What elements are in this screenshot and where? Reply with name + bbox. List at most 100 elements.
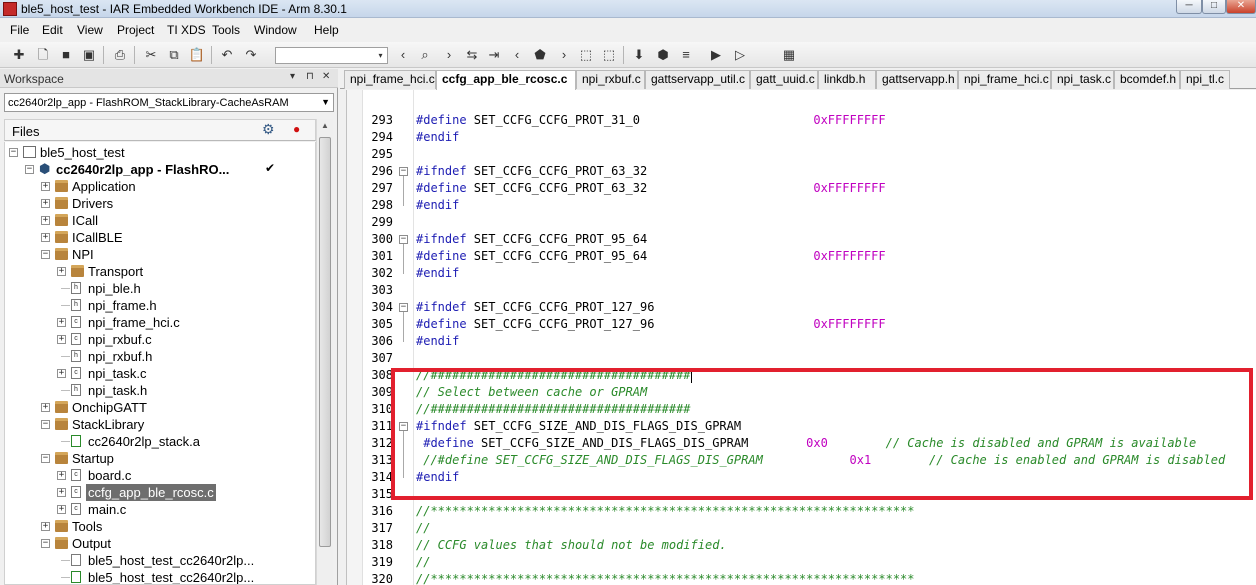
- configuration-select[interactable]: cc2640r2lp_app - FlashROM_StackLibrary-C…: [4, 93, 334, 112]
- cut-icon[interactable]: ✂: [142, 46, 160, 64]
- code-line[interactable]: 294 #endif: [347, 129, 1256, 146]
- code-line[interactable]: 297 #define SET_CCFG_CCFG_PROT_63_32 0xFF…: [347, 180, 1256, 197]
- new-file-icon[interactable]: ✚: [10, 46, 28, 64]
- tree-item[interactable]: − NPI: [5, 246, 315, 263]
- tab-gatt-uuid-c[interactable]: gatt_uuid.c: [750, 70, 818, 89]
- paste-icon[interactable]: 📋: [188, 46, 206, 64]
- expand-icon[interactable]: +: [41, 522, 50, 531]
- tab-gattservapp-util-c[interactable]: gattservapp_util.c: [645, 70, 750, 89]
- tree-item[interactable]: h npi_frame.h: [5, 297, 315, 314]
- toggle-bookmark-icon[interactable]: ⇥: [485, 46, 503, 64]
- tab-npi-tl-c[interactable]: npi_tl.c: [1180, 70, 1230, 89]
- expand-icon[interactable]: +: [41, 199, 50, 208]
- find-next-icon[interactable]: ›: [440, 46, 458, 64]
- expand-icon[interactable]: +: [41, 216, 50, 225]
- save-icon[interactable]: ■: [57, 46, 75, 64]
- find-previous-icon[interactable]: ‹: [394, 46, 412, 64]
- tree-item[interactable]: + ICall: [5, 212, 315, 229]
- collapse-icon[interactable]: −: [41, 454, 50, 463]
- undo-icon[interactable]: ↶: [218, 46, 236, 64]
- gear-icon[interactable]: ⚙: [262, 121, 275, 138]
- code-line[interactable]: 298 #endif: [347, 197, 1256, 214]
- menu-edit[interactable]: Edit: [42, 23, 63, 37]
- fold-toggle-icon[interactable]: −: [399, 235, 408, 244]
- code-line[interactable]: 293 #define SET_CCFG_CCFG_PROT_31_0 0xFFF…: [347, 112, 1256, 129]
- code-line[interactable]: 317 //: [347, 520, 1256, 537]
- code-editor[interactable]: 293 #define SET_CCFG_CCFG_PROT_31_0 0xFFF…: [346, 90, 1256, 585]
- code-line[interactable]: 304− #ifndef SET_CCFG_CCFG_PROT_127_96: [347, 299, 1256, 316]
- expand-icon[interactable]: +: [41, 182, 50, 191]
- tree-item[interactable]: + Application: [5, 178, 315, 195]
- code-line[interactable]: 303: [347, 282, 1256, 299]
- collapse-icon[interactable]: −: [41, 539, 50, 548]
- find-combo[interactable]: ▾: [275, 47, 388, 64]
- tree-item[interactable]: + c npi_frame_hci.c: [5, 314, 315, 331]
- tab-bcomdef-h[interactable]: bcomdef.h: [1114, 70, 1180, 89]
- fold-toggle-icon[interactable]: −: [399, 303, 408, 312]
- menu-window[interactable]: Window: [254, 23, 297, 37]
- code-line[interactable]: 302 #endif: [347, 265, 1256, 282]
- tab-linkdb-h[interactable]: linkdb.h: [818, 70, 876, 89]
- code-line[interactable]: 315: [347, 486, 1256, 503]
- expand-icon[interactable]: +: [57, 488, 66, 497]
- fold-toggle-icon[interactable]: −: [399, 167, 408, 176]
- tree-scrollbar[interactable]: ▲: [316, 119, 333, 585]
- menu-project[interactable]: Project: [117, 23, 154, 37]
- minimize-button[interactable]: ─: [1176, 0, 1202, 14]
- tab-gattservapp-h[interactable]: gattservapp.h: [876, 70, 958, 89]
- code-line[interactable]: 314 #endif: [347, 469, 1256, 486]
- code-line[interactable]: 295: [347, 146, 1256, 163]
- menu-tools[interactable]: Tools: [212, 23, 240, 37]
- tree-item[interactable]: h npi_rxbuf.h: [5, 348, 315, 365]
- tree-item[interactable]: + Drivers: [5, 195, 315, 212]
- tree-item[interactable]: + c main.c: [5, 501, 315, 518]
- tree-item[interactable]: ble5_host_test_cc2640r2lp...: [5, 569, 315, 584]
- code-line[interactable]: 296− #ifndef SET_CCFG_CCFG_PROT_63_32: [347, 163, 1256, 180]
- code-line[interactable]: 307: [347, 350, 1256, 367]
- save-all-icon[interactable]: ▣: [80, 46, 98, 64]
- tree-item[interactable]: + OnchipGATT: [5, 399, 315, 416]
- expand-icon[interactable]: +: [57, 267, 66, 276]
- tree-item[interactable]: − Startup: [5, 450, 315, 467]
- tree-item[interactable]: h npi_task.h: [5, 382, 315, 399]
- tab-npi-frame-hci-c[interactable]: npi_frame_hci.c: [344, 70, 436, 89]
- expand-icon[interactable]: +: [57, 369, 66, 378]
- compile-icon[interactable]: ⬇: [630, 46, 648, 64]
- code-line[interactable]: 320 //***********************************…: [347, 571, 1256, 585]
- code-line[interactable]: 316 //***********************************…: [347, 503, 1256, 520]
- menu-file[interactable]: File: [10, 23, 29, 37]
- tree-item[interactable]: − Output: [5, 535, 315, 552]
- code-line[interactable]: 310 //###################################…: [347, 401, 1256, 418]
- chevron-down-icon[interactable]: ▾: [375, 49, 386, 62]
- code-line[interactable]: 318 // CCFG values that should not be mod…: [347, 537, 1256, 554]
- tab-npi-rxbuf-c[interactable]: npi_rxbuf.c: [576, 70, 645, 89]
- tree-item[interactable]: + c ccfg_app_ble_rcosc.c: [5, 484, 315, 501]
- tree-item[interactable]: − ble5_host_test: [5, 144, 315, 161]
- next-bookmark-icon[interactable]: ›: [555, 46, 573, 64]
- tree-item[interactable]: + c npi_rxbuf.c: [5, 331, 315, 348]
- menu-help[interactable]: Help: [314, 23, 339, 37]
- code-line[interactable]: 301 #define SET_CCFG_CCFG_PROT_95_64 0xFF…: [347, 248, 1256, 265]
- navigate-forward-icon[interactable]: ⬚: [600, 46, 618, 64]
- menu-ti-xds[interactable]: TI XDS: [167, 23, 206, 37]
- tree-item[interactable]: cc2640r2lp_stack.a: [5, 433, 315, 450]
- code-line[interactable]: 312 #define SET_CCFG_SIZE_AND_DIS_FLAGS_…: [347, 435, 1256, 452]
- code-line[interactable]: 319 //: [347, 554, 1256, 571]
- expand-icon[interactable]: +: [57, 335, 66, 344]
- code-line[interactable]: 306 #endif: [347, 333, 1256, 350]
- tree-item[interactable]: ble5_host_test_cc2640r2lp...: [5, 552, 315, 569]
- expand-icon[interactable]: +: [57, 318, 66, 327]
- debug-without-download-icon[interactable]: ▷: [731, 46, 749, 64]
- code-line[interactable]: 305 #define SET_CCFG_CCFG_PROT_127_96 0xF…: [347, 316, 1256, 333]
- tab-ccfg-app-ble-rcosc-c[interactable]: ccfg_app_ble_rcosc.cx: [436, 70, 576, 90]
- collapse-icon[interactable]: −: [9, 148, 18, 157]
- redo-icon[interactable]: ↷: [242, 46, 260, 64]
- expand-icon[interactable]: +: [57, 471, 66, 480]
- pin-icon[interactable]: ⊓: [306, 71, 314, 82]
- collapse-icon[interactable]: −: [41, 250, 50, 259]
- scrollbar-thumb[interactable]: [319, 137, 331, 547]
- tree-item[interactable]: − StackLibrary: [5, 416, 315, 433]
- collapse-icon[interactable]: −: [25, 165, 34, 174]
- chevron-down-icon[interactable]: ▼: [321, 97, 330, 107]
- navigate-backward-icon[interactable]: ⬚: [577, 46, 595, 64]
